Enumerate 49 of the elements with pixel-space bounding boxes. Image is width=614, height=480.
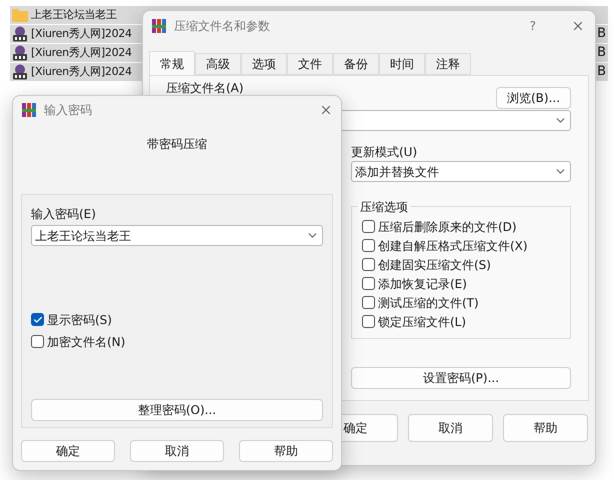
dialog-button[interactable]: 设置密码(P)... bbox=[351, 367, 571, 389]
checkbox-option[interactable]: 显示密码(S) bbox=[31, 310, 112, 329]
checkbox[interactable] bbox=[362, 258, 375, 271]
checkbox-option[interactable]: 加密文件名(N) bbox=[31, 332, 126, 351]
dialog-button[interactable]: 取消 bbox=[408, 414, 493, 442]
dialog-button[interactable]: 取消 bbox=[130, 440, 224, 462]
checkbox-option[interactable]: 测试压缩的文件(T) bbox=[362, 293, 479, 312]
books-app-icon bbox=[21, 102, 37, 118]
checkbox[interactable] bbox=[362, 277, 375, 290]
field-label: 更新模式(U) bbox=[351, 144, 418, 161]
tab[interactable]: 时间 bbox=[379, 53, 425, 75]
checkbox[interactable] bbox=[31, 335, 44, 348]
close-icon[interactable] bbox=[571, 19, 585, 33]
checkbox-option[interactable]: 添加恢复记录(E) bbox=[362, 274, 467, 293]
tab[interactable]: 高级 bbox=[195, 53, 241, 75]
tab[interactable]: 常规 bbox=[149, 51, 195, 75]
field-label: 输入密码(E) bbox=[31, 206, 97, 223]
window-title: 输入密码 bbox=[44, 102, 92, 119]
checkbox[interactable] bbox=[31, 313, 44, 326]
checkbox[interactable] bbox=[362, 296, 375, 309]
dialog-button[interactable]: 确定 bbox=[21, 440, 115, 462]
books-app-icon bbox=[151, 18, 167, 34]
checkbox[interactable] bbox=[362, 220, 375, 233]
password-combo[interactable]: 上老王论坛当老王 bbox=[31, 225, 323, 246]
archive-file-icon bbox=[12, 45, 28, 61]
checkbox[interactable] bbox=[362, 239, 375, 252]
checkbox[interactable] bbox=[362, 315, 375, 328]
tab[interactable]: 文件 bbox=[287, 53, 333, 75]
checkbox-option[interactable]: 压缩后删除原来的文件(D) bbox=[362, 217, 517, 236]
window-title: 压缩文件名和参数 bbox=[174, 18, 270, 35]
update-mode-combo[interactable]: 添加并替换文件 bbox=[351, 161, 571, 182]
group-title: 压缩选项 bbox=[358, 198, 410, 216]
field-label: 压缩文件名(A) bbox=[166, 80, 244, 97]
dialog-button[interactable]: 帮助 bbox=[239, 440, 333, 462]
dialog-heading: 带密码压缩 bbox=[147, 136, 207, 153]
close-icon[interactable] bbox=[319, 103, 333, 117]
checkbox-option[interactable]: 创建固实压缩文件(S) bbox=[362, 255, 491, 274]
tab[interactable]: 注释 bbox=[425, 53, 471, 75]
tab[interactable]: 选项 bbox=[241, 53, 287, 75]
checkbox-option[interactable]: 锁定压缩文件(L) bbox=[362, 312, 466, 331]
help-glyph[interactable]: ? bbox=[530, 17, 536, 35]
dialog-button[interactable]: 浏览(B)... bbox=[496, 87, 571, 109]
archive-file-icon bbox=[12, 26, 28, 42]
tab[interactable]: 备份 bbox=[333, 53, 379, 75]
checkbox-option[interactable]: 创建自解压格式压缩文件(X) bbox=[362, 236, 528, 255]
dialog-button[interactable]: 帮助 bbox=[503, 414, 588, 442]
archive-file-icon bbox=[12, 64, 28, 80]
folder-icon bbox=[12, 8, 28, 22]
dialog-button[interactable]: 整理密码(O)... bbox=[31, 399, 323, 421]
